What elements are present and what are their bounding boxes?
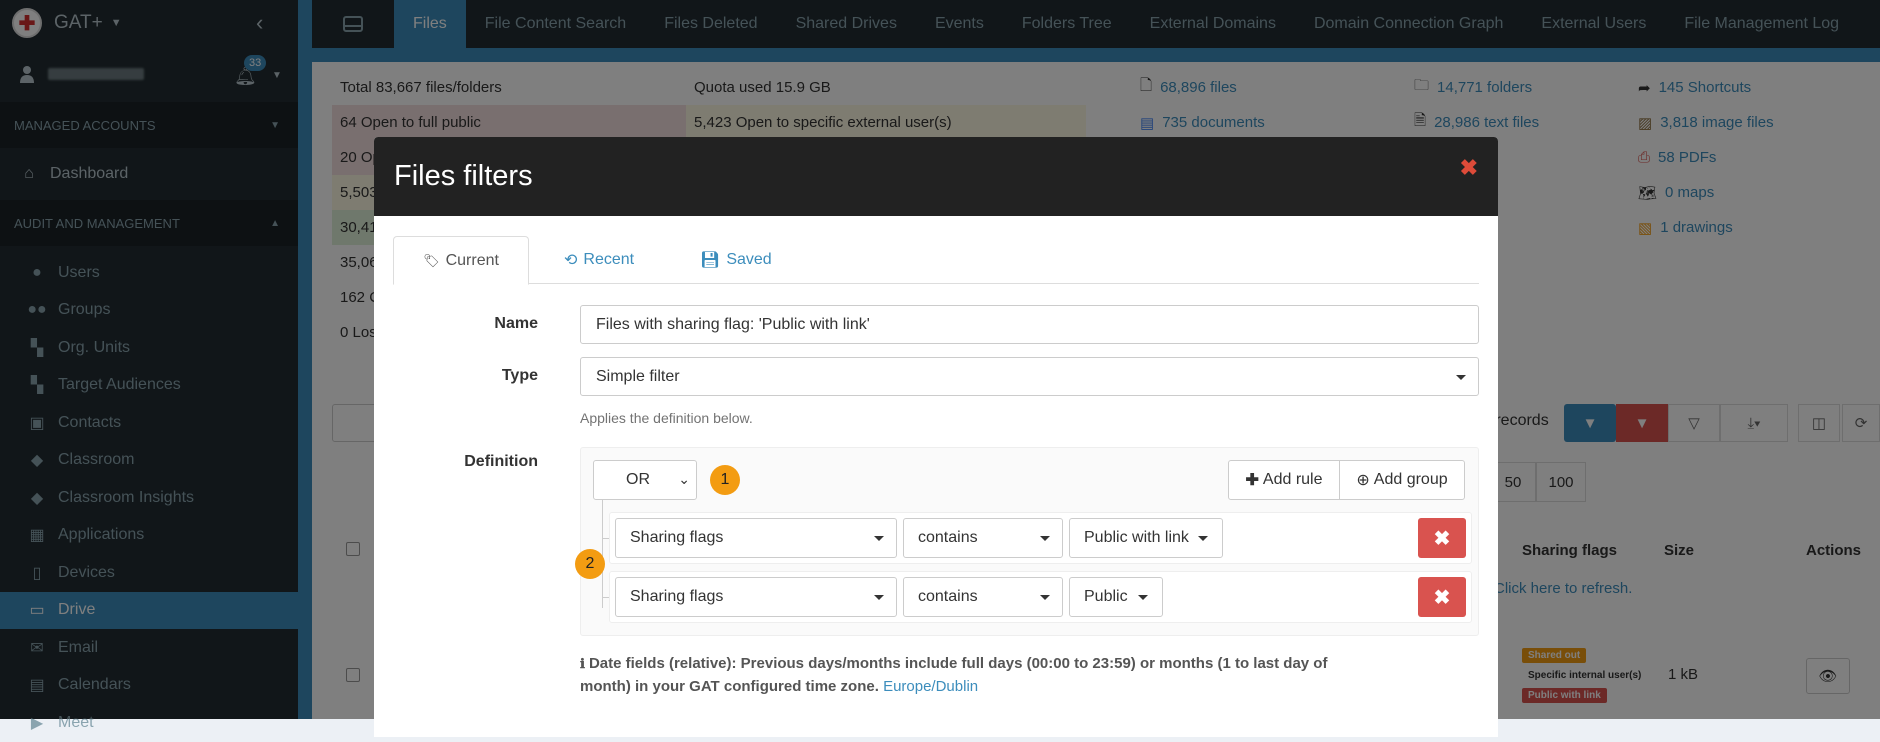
modal-title: Files filters xyxy=(394,160,533,192)
rule-value: Public with link xyxy=(1084,529,1189,546)
rule-operator-value: contains xyxy=(918,588,978,605)
add-group-label: Add group xyxy=(1373,471,1448,488)
condition-select[interactable]: OR ⌄ xyxy=(593,460,697,500)
chevron-down-icon xyxy=(1456,375,1466,380)
rule-value-select[interactable]: Public with link xyxy=(1069,518,1223,558)
tag-icon: 🏷︎ xyxy=(423,252,440,268)
chevron-down-icon xyxy=(1040,595,1050,600)
plus-circle-icon: ⊕ xyxy=(1356,472,1370,489)
tab-label: Recent xyxy=(583,251,635,268)
close-icon: ✖ xyxy=(1433,527,1451,550)
type-select[interactable]: Simple filter xyxy=(580,357,1479,396)
rule-value-select[interactable]: Public xyxy=(1069,577,1163,617)
tab-label: Current xyxy=(445,251,499,269)
rule-operator-select[interactable]: contains xyxy=(903,577,1063,617)
history-icon: ⟲ xyxy=(564,252,578,269)
rule-field-value: Sharing flags xyxy=(630,588,724,605)
definition-label: Definition xyxy=(464,453,538,470)
query-builder: OR ⌄ 1 ✚ Add rule ⊕ Add group 2 Sharing … xyxy=(575,447,1479,636)
add-rule-label: Add rule xyxy=(1262,471,1323,488)
modal-tabs: 🏷︎ Current ⟲ Recent 💾︎ Saved xyxy=(393,236,1479,285)
rule-field-select[interactable]: Sharing flags xyxy=(615,577,897,617)
chevron-down-icon xyxy=(1198,536,1208,541)
delete-rule-button[interactable]: ✖ xyxy=(1418,518,1466,558)
tab-current[interactable]: 🏷︎ Current xyxy=(393,236,529,285)
chevron-down-icon xyxy=(874,595,884,600)
rule-operator-value: contains xyxy=(918,529,978,546)
rule-operator-select[interactable]: contains xyxy=(903,518,1063,558)
add-group-button[interactable]: ⊕ Add group xyxy=(1339,460,1465,500)
condition-value: OR xyxy=(626,471,650,488)
rule-field-select[interactable]: Sharing flags xyxy=(615,518,897,558)
rule-field-value: Sharing flags xyxy=(630,529,724,546)
chevron-down-icon xyxy=(1138,595,1148,600)
modal-header: Files filters ✖ xyxy=(374,137,1498,216)
add-rule-button[interactable]: ✚ Add rule xyxy=(1228,460,1340,500)
chevron-down-icon: ⌄ xyxy=(678,471,690,487)
type-label: Type xyxy=(501,367,538,384)
date-fields-note: ℹ Date fields (relative): Previous days/m… xyxy=(580,652,1340,698)
rule-row: Sharing flags contains Public ✖ xyxy=(609,571,1472,623)
floppy-disk-icon: 💾︎ xyxy=(700,252,721,269)
type-select-value: Simple filter xyxy=(596,367,680,385)
timezone-link[interactable]: Europe/Dublin xyxy=(883,678,978,695)
step-badge-2: 2 xyxy=(575,549,605,579)
info-icon: ℹ xyxy=(580,656,585,671)
step-badge-1: 1 xyxy=(710,465,740,495)
tab-saved[interactable]: 💾︎ Saved xyxy=(700,236,772,284)
tab-recent[interactable]: ⟲ Recent xyxy=(564,236,634,284)
close-icon: ✖ xyxy=(1433,586,1451,609)
rule-value: Public xyxy=(1084,588,1128,605)
chevron-down-icon xyxy=(874,536,884,541)
rule-row: Sharing flags contains Public with link … xyxy=(609,512,1472,564)
tab-label: Saved xyxy=(726,251,772,268)
tree-line xyxy=(602,500,603,608)
close-icon[interactable]: ✖ xyxy=(1460,155,1478,181)
type-help-text: Applies the definition below. xyxy=(580,410,753,426)
plus-icon: ✚ xyxy=(1245,472,1259,489)
delete-rule-button[interactable]: ✖ xyxy=(1418,577,1466,617)
files-filters-modal: Files filters ✖ 🏷︎ Current ⟲ Recent 💾︎ S… xyxy=(374,137,1498,737)
name-label: Name xyxy=(494,315,538,332)
name-input[interactable]: Files with sharing flag: 'Public with li… xyxy=(580,305,1479,344)
chevron-down-icon xyxy=(1040,536,1050,541)
